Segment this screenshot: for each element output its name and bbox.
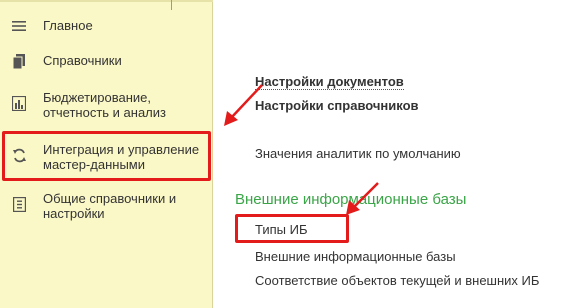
annotation-arrow-ib-types	[346, 182, 379, 215]
annotation-arrow-sidebar	[224, 84, 263, 126]
annotation-arrows	[224, 84, 379, 215]
